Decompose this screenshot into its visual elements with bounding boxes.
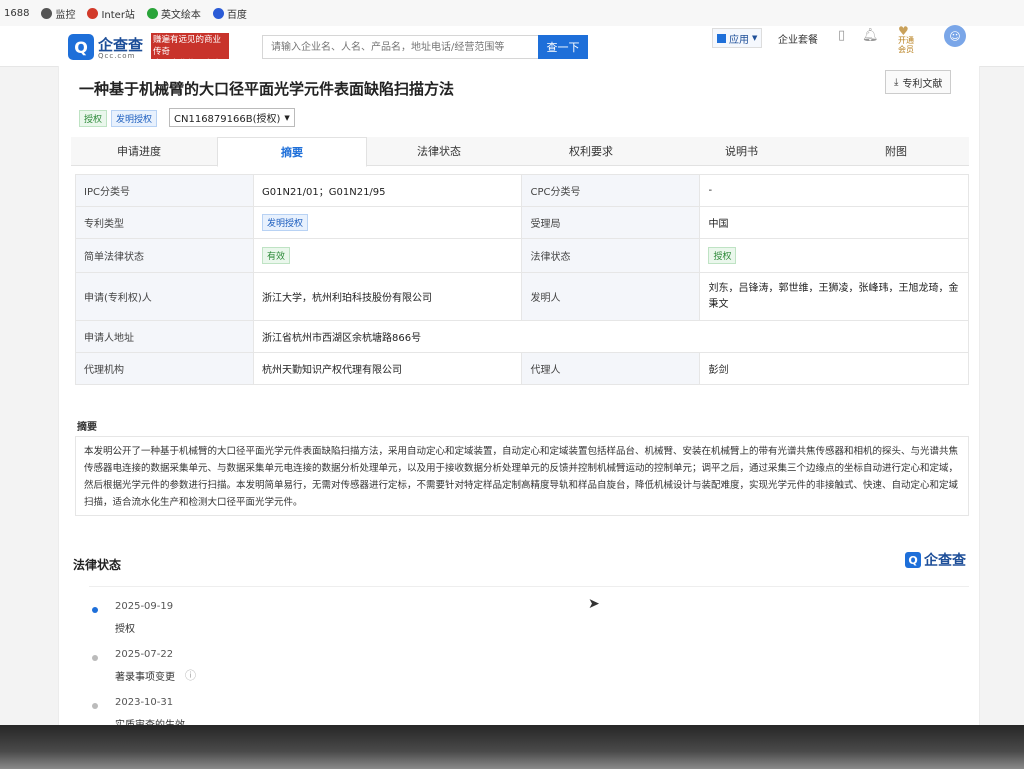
legal-status-label: 法律状态 bbox=[521, 238, 701, 273]
apps-grid-icon bbox=[717, 33, 726, 43]
invention-grant-tag: 发明授权 bbox=[111, 110, 158, 127]
patent-tabs: 申请进度 摘要 法律状态 权利要求 说明书 附图 bbox=[71, 137, 969, 167]
qcc-logo-icon: Q bbox=[905, 552, 921, 568]
table-row: 专利类型 发明授权 受理局 中国 bbox=[75, 206, 969, 239]
timeline-event: 实质审查的生效 bbox=[115, 716, 185, 725]
simple-status-label: 简单法律状态 bbox=[75, 238, 254, 273]
bell-icon[interactable]: 🔔︎ bbox=[862, 28, 879, 43]
fc-icon bbox=[87, 7, 99, 19]
tab-drawings[interactable]: 附图 bbox=[885, 137, 907, 165]
applicant-label: 申请(专利权)人 bbox=[75, 272, 254, 321]
agent-label: 代理人 bbox=[521, 352, 701, 385]
enterprise-suite-link[interactable]: 企业套餐 bbox=[778, 31, 818, 46]
timeline-date: 2025-07-22 bbox=[115, 649, 174, 660]
globe-icon bbox=[41, 7, 53, 19]
user-avatar[interactable]: ☺ bbox=[944, 25, 966, 47]
tab-legal-status[interactable]: 法律状态 bbox=[417, 137, 461, 165]
office-value: 中国 bbox=[699, 206, 969, 239]
office-label: 受理局 bbox=[521, 206, 701, 239]
publication-number-select[interactable]: CN116879166B(授权) ▼ bbox=[169, 108, 295, 127]
mouse-cursor-icon: ➤ bbox=[588, 596, 600, 612]
legal-status-badge: 授权 bbox=[708, 247, 737, 264]
patent-info-table: IPC分类号 G01N21/01；G01N21/95 CPC分类号 - 专利类型… bbox=[75, 174, 970, 385]
qcc-watermark-logo: Q 企查查 bbox=[905, 550, 966, 570]
timeline-event: 授权 bbox=[115, 624, 135, 635]
patent-type-badge: 发明授权 bbox=[261, 214, 308, 231]
info-circle-icon[interactable]: ⓘ bbox=[185, 667, 196, 683]
inventor-value: 刘东，吕锋涛，郭世维，王狮凌，张峰玮，王旭龙琦，金秉文 bbox=[699, 272, 969, 321]
chevron-down-icon: ▼ bbox=[752, 34, 758, 42]
bookmark-1688[interactable]: 1688 bbox=[4, 8, 29, 19]
ipc-value: G01N21/01；G01N21/95 bbox=[252, 174, 523, 207]
timeline-date: 2025-09-19 bbox=[115, 601, 174, 612]
apps-dropdown-button[interactable]: 应用 ▼ bbox=[712, 28, 763, 48]
inventor-label: 发明人 bbox=[521, 272, 701, 321]
browser-screen: 1688 监控 Inter站 英文绘本 百度 Q 企查查 Qcc.com 赚遍有… bbox=[0, 0, 1024, 725]
patent-detail-panel: 一种基于机械臂的大口径平面光学元件表面缺陷扫描方法 ⤓ 专利文献 授权 发明授权… bbox=[58, 66, 980, 725]
simple-status-badge: 有效 bbox=[261, 247, 290, 264]
vip-membership-button[interactable]: ♥ 开通 会员 bbox=[898, 24, 914, 54]
patent-document-button[interactable]: ⤓ 专利文献 bbox=[885, 70, 952, 94]
cpc-label: CPC分类号 bbox=[521, 174, 701, 207]
legal-status-section-title: 法律状态 bbox=[73, 558, 122, 572]
address-label: 申请人地址 bbox=[75, 320, 254, 353]
table-row: 简单法律状态 有效 法律状态 授权 bbox=[75, 238, 969, 273]
timeline-dot-icon bbox=[92, 655, 98, 661]
patent-type-label: 专利类型 bbox=[75, 206, 254, 239]
search-button[interactable]: 查一下 bbox=[538, 35, 588, 59]
agency-label: 代理机构 bbox=[75, 352, 254, 385]
cpc-value: - bbox=[699, 174, 969, 207]
baidu-paw-icon bbox=[212, 7, 224, 19]
agent-value: 彭剑 bbox=[699, 352, 969, 385]
bookmark-inter[interactable]: Inter站 bbox=[87, 6, 135, 21]
ipc-label: IPC分类号 bbox=[75, 174, 254, 207]
logo-domain: Qcc.com bbox=[98, 52, 136, 60]
table-row: 申请人地址 浙江省杭州市西湖区余杭塘路866号 bbox=[75, 320, 970, 353]
table-row: 代理机构 杭州天勤知识产权代理有限公司 代理人 彭剑 bbox=[75, 352, 969, 385]
legal-status-timeline: 2025-09-19 授权 2025-07-22 著录事项变更 ⓘ 2023-1… bbox=[89, 586, 969, 725]
laptop-bezel bbox=[0, 725, 1024, 769]
vip-heart-icon: ♥ bbox=[898, 24, 909, 38]
table-row: IPC分类号 G01N21/01；G01N21/95 CPC分类号 - bbox=[75, 174, 969, 207]
bookmark-picture-books[interactable]: 英文绘本 bbox=[146, 6, 201, 21]
tab-claims[interactable]: 权利要求 bbox=[569, 137, 613, 165]
abstract-text: 本发明公开了一种基于机械臂的大口径平面光学元件表面缺陷扫描方法，采用自动定心和定… bbox=[75, 436, 969, 516]
slogan-banner: 赚遍有远见的商业传奇 全国企业信用查询系统 bbox=[151, 33, 229, 81]
table-row: 申请(专利权)人 浙江大学，杭州利珀科技股份有限公司 发明人 刘东，吕锋涛，郭世… bbox=[75, 272, 969, 321]
abstract-heading: 摘要 bbox=[77, 422, 97, 433]
patent-title: 一种基于机械臂的大口径平面光学元件表面缺陷扫描方法 bbox=[79, 80, 455, 98]
wechat-icon bbox=[146, 7, 158, 19]
agency-link[interactable]: 杭州天勤知识产权代理有限公司 bbox=[252, 352, 523, 385]
bookmarks-bar: 1688 监控 Inter站 英文绘本 百度 bbox=[0, 0, 1024, 27]
bookmark-monitor[interactable]: 监控 bbox=[41, 6, 75, 21]
tab-abstract[interactable]: 摘要 bbox=[217, 137, 367, 167]
timeline-date: 2023-10-31 bbox=[115, 697, 174, 708]
tab-application-progress[interactable]: 申请进度 bbox=[117, 137, 161, 165]
address-value: 浙江省杭州市西湖区余杭塘路866号 bbox=[252, 320, 970, 353]
chevron-down-icon: ▼ bbox=[284, 113, 290, 122]
timeline-event: 著录事项变更 bbox=[115, 672, 175, 683]
mobile-phone-icon[interactable]: ▯ bbox=[838, 28, 845, 43]
granted-tag: 授权 bbox=[79, 110, 108, 127]
timeline-dot-icon bbox=[92, 607, 98, 613]
timeline-dot-icon bbox=[92, 703, 98, 709]
bookmark-baidu[interactable]: 百度 bbox=[212, 6, 247, 21]
qcc-logo-icon[interactable]: Q bbox=[68, 34, 94, 60]
tab-description[interactable]: 说明书 bbox=[725, 137, 758, 165]
search-input[interactable] bbox=[262, 35, 538, 59]
applicant-link[interactable]: 浙江大学，杭州利珀科技股份有限公司 bbox=[252, 272, 523, 321]
download-icon: ⤓ bbox=[894, 76, 899, 88]
